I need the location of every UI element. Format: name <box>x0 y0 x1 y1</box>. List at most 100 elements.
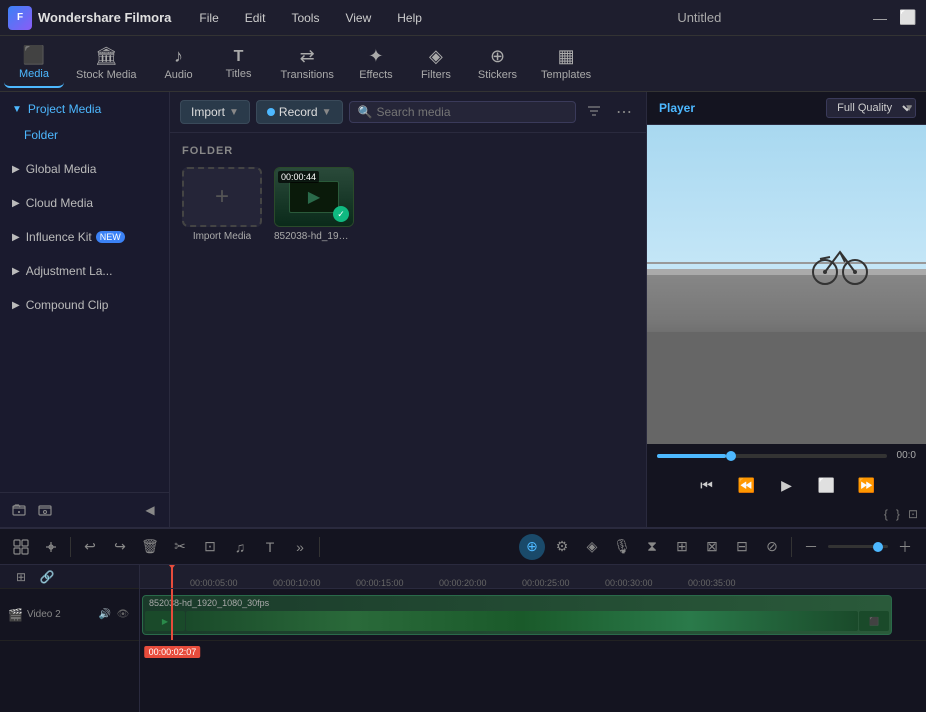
undo-button[interactable]: ↩ <box>77 534 103 560</box>
zoom-out-button[interactable]: － <box>798 534 824 560</box>
tool-audio[interactable]: ♪ Audio <box>149 40 209 87</box>
frame-back-button[interactable]: ⏪ <box>733 471 761 499</box>
tool-filters[interactable]: ◈ Filters <box>406 40 466 87</box>
crop-button[interactable]: ⊡ <box>197 534 223 560</box>
zoom-slider[interactable] <box>828 545 888 548</box>
main-area: ▼ Project Media Folder ▶ Global Media ▶ … <box>0 92 926 527</box>
player-extra-controls: { } ⊡ <box>647 507 926 527</box>
effects-icon: ✦ <box>368 46 383 67</box>
compound-clip-header[interactable]: ▶ Compound Clip <box>0 292 169 318</box>
minimize-button[interactable]: — <box>870 8 890 28</box>
cloud-media-header[interactable]: ▶ Cloud Media <box>0 190 169 216</box>
tool-stickers[interactable]: ⊕ Stickers <box>466 40 529 87</box>
add-track-button[interactable]: ⊞ <box>8 565 34 590</box>
quality-select[interactable]: Full Quality 1/2 Quality 1/4 Quality <box>826 98 916 118</box>
import-button[interactable]: Import ▼ <box>180 100 250 124</box>
track-volume-button[interactable]: 🔊 <box>97 607 113 623</box>
media-label: Media <box>19 68 49 80</box>
menu-tools[interactable]: Tools <box>279 7 331 29</box>
cut-button[interactable]: ✂ <box>167 534 193 560</box>
delete-button[interactable]: 🗑 <box>137 534 163 560</box>
link-track-button[interactable]: 🔗 <box>34 565 60 590</box>
timeline-header-spacer: ⊞ 🔗 <box>0 565 139 589</box>
titles-icon: T <box>234 48 244 66</box>
import-media-item[interactable]: + Import Media <box>182 167 262 242</box>
play-button[interactable]: ▶ <box>773 471 801 499</box>
menu-help[interactable]: Help <box>385 7 434 29</box>
link-folder-button[interactable] <box>34 499 56 521</box>
clip-check-icon: ✓ <box>333 206 349 222</box>
video-clip-thumb[interactable]: 00:00:44 ▶ ✓ <box>274 167 354 227</box>
tool-titles[interactable]: T Titles <box>209 42 269 86</box>
main-toolbar: ⬛ Media 🏛 Stock Media ♪ Audio T Titles ⇄… <box>0 36 926 92</box>
timeline-mask-button[interactable]: ◈ <box>579 534 605 560</box>
influence-kit-label: Influence Kit <box>26 230 92 244</box>
player-more-button[interactable]: ⊡ <box>908 507 918 521</box>
window-title: Untitled <box>529 10 870 25</box>
tool-media[interactable]: ⬛ Media <box>4 39 64 88</box>
video-clip[interactable]: 852038-hd_1920_1080_30fps ▶ ⬛ <box>142 595 892 635</box>
timeline-motion-button[interactable]: ⊕ <box>519 534 545 560</box>
zoom-handle[interactable] <box>873 542 883 552</box>
track-eye-button[interactable]: 👁 <box>115 607 131 623</box>
player-timeline-slider[interactable] <box>657 454 887 458</box>
toolbar-separator-2 <box>319 537 320 557</box>
influence-kit-header[interactable]: ▶ Influence Kit NEW <box>0 224 169 250</box>
timeline-tracks[interactable]: 00:00:05:00 00:00:10:00 00:00:15:00 00:0… <box>140 565 926 712</box>
tool-effects[interactable]: ✦ Effects <box>346 40 406 87</box>
snap-button[interactable] <box>38 534 64 560</box>
playhead[interactable] <box>171 565 173 588</box>
more-options-button[interactable]: ⋯ <box>612 98 636 126</box>
maximize-button[interactable]: ⬜ <box>898 8 918 28</box>
clip-name: 852038-hd_1920... <box>274 231 354 242</box>
scenes-button[interactable] <box>8 534 34 560</box>
video-clip-item[interactable]: 00:00:44 ▶ ✓ 852038-hd_1920... <box>274 167 354 242</box>
audio-detach-button[interactable]: ♫ <box>227 534 253 560</box>
out-point-button[interactable]: } <box>896 507 900 521</box>
search-input[interactable] <box>376 105 567 119</box>
skip-back-button[interactable]: ⏮ <box>693 471 721 499</box>
timeline-speed-button[interactable]: ⧗ <box>639 534 665 560</box>
tool-transitions[interactable]: ⇄ Transitions <box>269 40 346 87</box>
pip-button[interactable]: ⊠ <box>699 534 725 560</box>
search-box[interactable]: 🔍 <box>349 101 576 123</box>
collapse-panel-button[interactable]: ◀ <box>139 499 161 521</box>
skip-forward-button[interactable]: ⏩ <box>853 471 881 499</box>
stop-button[interactable]: ⬜ <box>813 471 841 499</box>
menu-view[interactable]: View <box>333 7 383 29</box>
text-button[interactable]: T <box>257 534 283 560</box>
zoom-in-button[interactable]: ＋ <box>892 534 918 560</box>
timeline-color-button[interactable]: ⚙ <box>549 534 575 560</box>
media-content: FOLDER + Import Media 00:00:44 ▶ <box>170 133 646 527</box>
chevron-down-icon: ▼ <box>12 104 22 115</box>
media-icon: ⬛ <box>23 45 45 66</box>
new-folder-button[interactable] <box>8 499 30 521</box>
global-media-header[interactable]: ▶ Global Media <box>0 156 169 182</box>
record-button[interactable]: Record ▼ <box>256 100 343 124</box>
redo-button[interactable]: ↪ <box>107 534 133 560</box>
track-labels: ⊞ 🔗 🎬 Video 2 🔊 👁 <box>0 565 140 712</box>
menu-file[interactable]: File <box>187 7 230 29</box>
chevron-right-icon2: ▶ <box>12 198 20 209</box>
project-media-header[interactable]: ▼ Project Media <box>0 96 169 122</box>
templates-icon: ▦ <box>558 46 575 67</box>
left-panel: ▼ Project Media Folder ▶ Global Media ▶ … <box>0 92 170 527</box>
import-thumb[interactable]: + <box>182 167 262 227</box>
media-grid: + Import Media 00:00:44 ▶ ✓ <box>182 167 634 242</box>
overlay-button[interactable]: ⊟ <box>729 534 755 560</box>
tool-templates[interactable]: ▦ Templates <box>529 40 603 87</box>
more-tools-button[interactable]: » <box>287 534 313 560</box>
section-global-media: ▶ Global Media <box>0 152 169 186</box>
tool-stock-media[interactable]: 🏛 Stock Media <box>64 40 149 87</box>
in-point-button[interactable]: { <box>884 507 888 521</box>
adjustment-header[interactable]: ▶ Adjustment La... <box>0 258 169 284</box>
ai-tools-button[interactable]: ⊞ <box>669 534 695 560</box>
player-timeline-handle[interactable] <box>726 451 736 461</box>
filter-button[interactable] <box>582 99 606 126</box>
video2-track[interactable]: 00:00:02:07 852038-hd_1920_1080_30fps ▶ … <box>140 589 926 641</box>
timeline-audio-button[interactable]: 🎙 <box>609 534 635 560</box>
remove-bg-button[interactable]: ⊘ <box>759 534 785 560</box>
menu-edit[interactable]: Edit <box>233 7 278 29</box>
player-tab[interactable]: Player <box>659 101 695 115</box>
folder-item[interactable]: Folder <box>0 122 169 148</box>
